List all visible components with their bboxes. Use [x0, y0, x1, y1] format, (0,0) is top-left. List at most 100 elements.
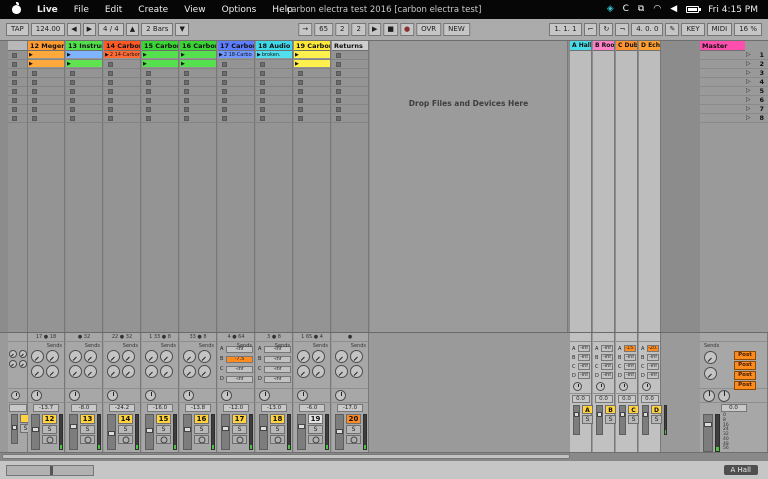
- track-header[interactable]: 13 Instrumen: [66, 41, 102, 51]
- clip-slot[interactable]: [66, 78, 102, 87]
- send-knob[interactable]: [19, 350, 27, 358]
- send-knob-d[interactable]: [312, 365, 325, 378]
- send-value[interactable]: -inf: [647, 354, 659, 361]
- track-number[interactable]: 20: [346, 414, 361, 424]
- send-knob-c[interactable]: [69, 365, 82, 378]
- send-knob-a[interactable]: [107, 350, 120, 363]
- solo-button[interactable]: S: [605, 415, 616, 424]
- clip-slot[interactable]: ▶: [294, 51, 330, 60]
- post-toggle[interactable]: Post: [734, 381, 756, 390]
- pan-knob[interactable]: [31, 390, 42, 401]
- punch-in-button[interactable]: ⌐: [584, 23, 598, 36]
- fader-thumb[interactable]: [260, 426, 267, 431]
- volume-fader[interactable]: [596, 405, 603, 435]
- clip-slot[interactable]: ▶: [294, 60, 330, 69]
- clip-slot[interactable]: [104, 69, 140, 78]
- post-toggle[interactable]: Post: [734, 371, 756, 380]
- fader-thumb[interactable]: [704, 422, 712, 427]
- loop-button[interactable]: ↻: [599, 23, 613, 36]
- master-send-knob[interactable]: [704, 367, 717, 380]
- stop-button[interactable]: [184, 116, 189, 121]
- clip-slot[interactable]: ▶: [28, 51, 64, 60]
- horizontal-scrollbar-thumb[interactable]: [2, 454, 570, 459]
- fader-value[interactable]: -24.2: [109, 404, 135, 412]
- scene-slot[interactable]: ▷5: [700, 87, 768, 96]
- stop-button[interactable]: [146, 116, 151, 121]
- stop-button[interactable]: [146, 89, 151, 94]
- solo-button[interactable]: S: [582, 415, 593, 424]
- clip-slot[interactable]: [8, 87, 27, 96]
- return-letter[interactable]: D: [651, 405, 662, 414]
- send-knob-a[interactable]: [69, 350, 82, 363]
- stop-button[interactable]: [260, 71, 265, 76]
- return-letter[interactable]: C: [628, 405, 639, 414]
- arrangement-position-sixteenth[interactable]: 2: [352, 23, 366, 36]
- clip-slot[interactable]: [104, 114, 140, 123]
- volume-fader[interactable]: [297, 414, 306, 450]
- volume-fader[interactable]: [573, 405, 580, 435]
- clip-slot[interactable]: [218, 114, 254, 123]
- stop-button[interactable]: [32, 89, 37, 94]
- send-value[interactable]: -20.2: [647, 345, 659, 352]
- clip-slot[interactable]: [8, 60, 27, 69]
- solo-button[interactable]: S: [118, 425, 133, 434]
- fader-thumb[interactable]: [597, 412, 602, 417]
- solo-button[interactable]: S: [651, 415, 662, 424]
- fader-value[interactable]: 0.0: [721, 404, 747, 412]
- scene-slot[interactable]: ▷6: [700, 96, 768, 105]
- return-header[interactable]: D Echo: [639, 41, 660, 51]
- stop-button[interactable]: [260, 98, 265, 103]
- fader-thumb[interactable]: [298, 424, 305, 429]
- fader-value[interactable]: -16.0: [147, 404, 173, 412]
- fader-thumb[interactable]: [146, 428, 153, 433]
- stop-button[interactable]: [184, 80, 189, 85]
- clip-slot[interactable]: ▶: [66, 51, 102, 60]
- arrangement-position-bar[interactable]: 65: [314, 23, 333, 36]
- stop-button[interactable]: [336, 71, 341, 76]
- clip-slot[interactable]: [142, 114, 178, 123]
- send-value[interactable]: -inf: [624, 372, 636, 379]
- clip-slot[interactable]: [142, 69, 178, 78]
- clip-slot[interactable]: ▶: [180, 51, 216, 60]
- solo-button[interactable]: S: [270, 425, 285, 434]
- nudge-up-button[interactable]: ▶: [83, 23, 96, 36]
- clip[interactable]: ▶: [294, 60, 330, 67]
- return-header[interactable]: C Dub: [616, 41, 637, 51]
- return-letter[interactable]: B: [605, 405, 616, 414]
- stop-button[interactable]: [32, 80, 37, 85]
- master-header[interactable]: Master: [700, 41, 745, 51]
- crossfade-slider[interactable]: [6, 465, 94, 476]
- stop-button[interactable]: [12, 71, 17, 76]
- clip-slot[interactable]: [8, 105, 27, 114]
- send-knob-c[interactable]: [107, 365, 120, 378]
- stop-button[interactable]: [70, 107, 75, 112]
- track-number[interactable]: 19: [308, 414, 323, 424]
- clip-slot[interactable]: [142, 78, 178, 87]
- airplay-icon[interactable]: ◈: [607, 5, 614, 14]
- send-knob-b[interactable]: [46, 350, 59, 363]
- solo-button[interactable]: S: [628, 415, 639, 424]
- track-header[interactable]: 17 Carbon El: [218, 41, 254, 51]
- display-icon[interactable]: ⧉: [638, 5, 644, 14]
- fader-value[interactable]: 0.0: [641, 395, 659, 403]
- clip-slot[interactable]: [66, 96, 102, 105]
- track-header[interactable]: [8, 41, 27, 51]
- solo-button[interactable]: S: [80, 425, 95, 434]
- stop-button[interactable]: [70, 71, 75, 76]
- clip-slot[interactable]: [142, 87, 178, 96]
- pan-knob[interactable]: [335, 390, 346, 401]
- stop-button[interactable]: [336, 107, 341, 112]
- clip-slot[interactable]: [28, 78, 64, 87]
- stop-button[interactable]: [32, 107, 37, 112]
- clip-slot[interactable]: [256, 78, 292, 87]
- clip-slot[interactable]: ▶: [180, 60, 216, 69]
- stop-button[interactable]: [12, 89, 17, 94]
- clip[interactable]: ▶broken.: [256, 51, 292, 58]
- stop-button[interactable]: [70, 116, 75, 121]
- stop-button[interactable]: [260, 80, 265, 85]
- c-badge-icon[interactable]: C: [623, 5, 629, 14]
- solo-button[interactable]: S: [308, 425, 323, 434]
- stop-button[interactable]: [336, 98, 341, 103]
- stop-button[interactable]: [336, 53, 341, 58]
- return-letter[interactable]: A: [582, 405, 593, 414]
